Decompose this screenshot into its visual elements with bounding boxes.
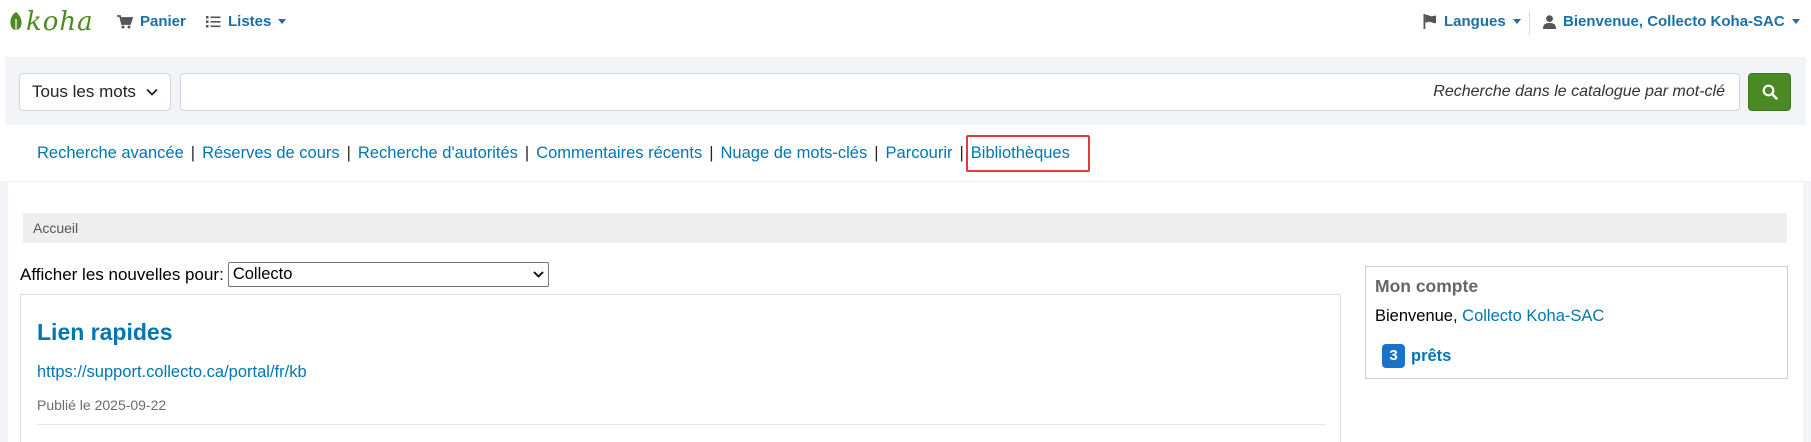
list-icon	[206, 16, 221, 28]
search-button[interactable]	[1748, 73, 1791, 111]
search-type-select[interactable]: Tous les mots	[19, 73, 171, 111]
chevron-down-icon	[533, 271, 544, 278]
chevron-down-icon	[146, 88, 158, 96]
user-icon	[1543, 14, 1556, 29]
news-library-select[interactable]: Collecto	[227, 262, 549, 287]
news-item: Lien rapides https://support.collecto.ca…	[20, 294, 1341, 442]
lists-label: Listes	[228, 13, 272, 30]
tag-cloud-link[interactable]: Nuage de mots-clés	[721, 144, 868, 163]
user-menu[interactable]: Bienvenue, Collecto Koha-SAC	[1543, 13, 1800, 30]
page-gutter	[1803, 181, 1811, 442]
languages-menu[interactable]: Langues	[1423, 13, 1521, 30]
loans-label: prêts	[1411, 346, 1452, 365]
chevron-down-icon	[1512, 19, 1521, 24]
breadcrumb-home[interactable]: Accueil	[33, 220, 78, 236]
account-user-link[interactable]: Collecto Koha-SAC	[1462, 307, 1604, 325]
browse-link[interactable]: Parcourir	[886, 144, 953, 163]
separator: |	[709, 143, 714, 162]
news-library-value: Collecto	[232, 265, 293, 283]
koha-logo[interactable]: koha	[8, 6, 94, 38]
my-account-panel: Mon compte Bienvenue, Collecto Koha-SAC …	[1365, 266, 1788, 379]
leaf-icon	[10, 12, 22, 31]
cart-label: Panier	[140, 13, 186, 30]
authority-search-link[interactable]: Recherche d'autorités	[358, 144, 518, 163]
search-icon	[1762, 84, 1778, 100]
languages-label: Langues	[1444, 13, 1506, 30]
breadcrumb: Accueil	[23, 213, 1787, 243]
separator: |	[346, 143, 351, 162]
welcome-prefix: Bienvenue,	[1375, 307, 1458, 325]
advanced-search-link[interactable]: Recherche avancée	[37, 144, 184, 163]
page-gutter	[0, 181, 8, 442]
lists-menu[interactable]: Listes	[206, 13, 287, 30]
logo-text: koha	[26, 7, 94, 37]
separator: |	[190, 143, 196, 162]
news-published-date: Publié le 2025-09-22	[37, 397, 167, 413]
cart-link[interactable]: Panier	[117, 13, 186, 30]
separator: |	[874, 143, 879, 162]
search-bar: Tous les mots	[5, 57, 1806, 125]
flag-icon	[1423, 14, 1436, 29]
account-welcome: Bienvenue, Collecto Koha-SAC	[1375, 307, 1604, 326]
course-reserves-link[interactable]: Réserves de cours	[202, 144, 340, 163]
account-title: Mon compte	[1375, 276, 1479, 296]
separator: |	[959, 143, 964, 162]
top-navbar: koha Panier Listes Langues Bienvenue, Co…	[0, 0, 1811, 45]
search-type-value: Tous les mots	[32, 82, 136, 101]
loans-count-badge: 3	[1382, 344, 1405, 368]
news-filter-label: Afficher les nouvelles pour:	[20, 264, 224, 284]
cart-icon	[117, 14, 133, 28]
news-title[interactable]: Lien rapides	[37, 319, 172, 346]
search-input[interactable]	[180, 73, 1740, 111]
chevron-down-icon	[278, 19, 287, 24]
divider	[37, 424, 1325, 425]
recent-comments-link[interactable]: Commentaires récents	[536, 144, 702, 163]
separator: |	[524, 143, 530, 162]
more-searches-nav: Recherche avancée | Réserves de cours | …	[37, 141, 1070, 165]
navbar-divider	[1529, 11, 1530, 35]
chevron-down-icon	[1791, 19, 1800, 24]
news-filter: Afficher les nouvelles pour: Collecto	[20, 262, 549, 287]
news-link[interactable]: https://support.collecto.ca/portal/fr/kb	[37, 363, 307, 382]
user-label: Bienvenue, Collecto Koha-SAC	[1563, 13, 1785, 30]
loans-link[interactable]: 3 prêts	[1382, 344, 1451, 368]
libraries-link[interactable]: Bibliothèques	[971, 144, 1070, 163]
